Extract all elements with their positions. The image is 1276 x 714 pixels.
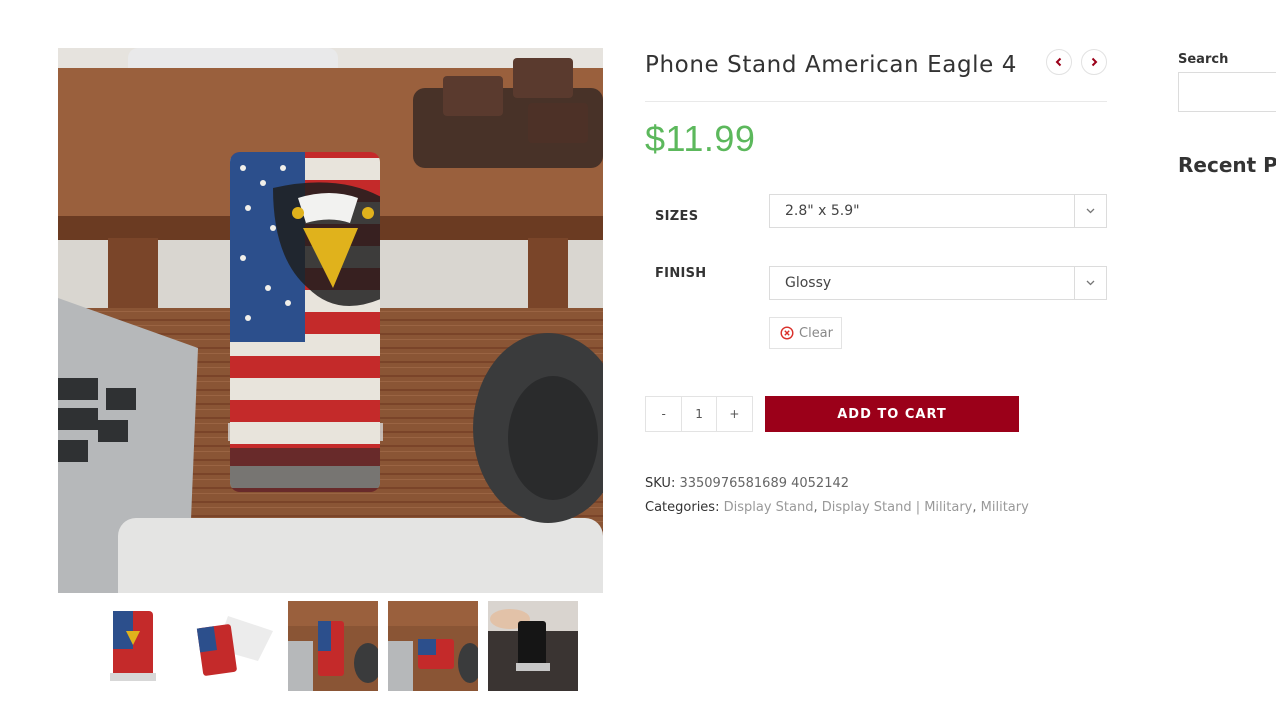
category-link[interactable]: Display Stand [724,500,814,515]
thumbnail-4[interactable] [388,601,478,691]
product-title: Phone Stand American Eagle 4 [645,52,1018,78]
chevron-down-icon [1074,195,1106,227]
finish-selected-value: Glossy [785,275,832,291]
next-product-button[interactable] [1081,49,1107,75]
categories-label: Categories: [645,500,720,515]
sidebar: Search Recent Posts [1178,52,1276,192]
finish-select[interactable]: Glossy [769,266,1107,300]
search-label: Search [1178,52,1229,67]
quantity-input[interactable]: 1 [681,397,717,431]
sizes-label: SIZES [655,209,699,224]
chevron-left-icon [1055,57,1062,67]
quantity-increase-button[interactable]: + [717,397,752,431]
sizes-selected-value: 2.8" x 5.9" [785,203,860,219]
quantity-decrease-button[interactable]: - [646,397,681,431]
category-link[interactable]: Display Stand | Military [822,500,973,515]
categories-row: Categories: Display Stand, Display Stand… [645,500,1029,515]
recent-posts-heading: Recent Posts [1178,153,1276,177]
sku-row: SKU: 3350976581689 4052142 [645,476,849,491]
thumbnail-strip [88,601,588,691]
finish-label: FINISH [655,266,707,281]
sku-value: 3350976581689 4052142 [679,476,850,491]
category-link[interactable]: Military [981,500,1029,515]
product-main-image[interactable] [58,48,603,593]
sku-label: SKU: [645,476,676,491]
add-to-cart-button[interactable]: ADD TO CART [765,396,1019,432]
product-navigation [1046,49,1107,75]
thumbnail-2[interactable] [188,601,278,691]
thumbnail-1[interactable] [88,601,178,691]
chevron-right-icon [1091,57,1098,67]
clear-label: Clear [799,325,833,341]
product-summary: Phone Stand American Eagle 4 $11.99 SIZE… [645,46,1107,515]
title-divider [645,101,1107,102]
clear-circle-x-icon [780,326,794,340]
chevron-down-icon [1074,267,1106,299]
thumbnail-3[interactable] [288,601,378,691]
sizes-select[interactable]: 2.8" x 5.9" [769,194,1107,228]
clear-variations-button[interactable]: Clear [769,317,842,349]
previous-product-button[interactable] [1046,49,1072,75]
thumbnail-5[interactable] [488,601,578,691]
search-input[interactable] [1178,72,1276,112]
quantity-stepper: - 1 + [645,396,753,432]
product-price: $11.99 [645,118,756,159]
